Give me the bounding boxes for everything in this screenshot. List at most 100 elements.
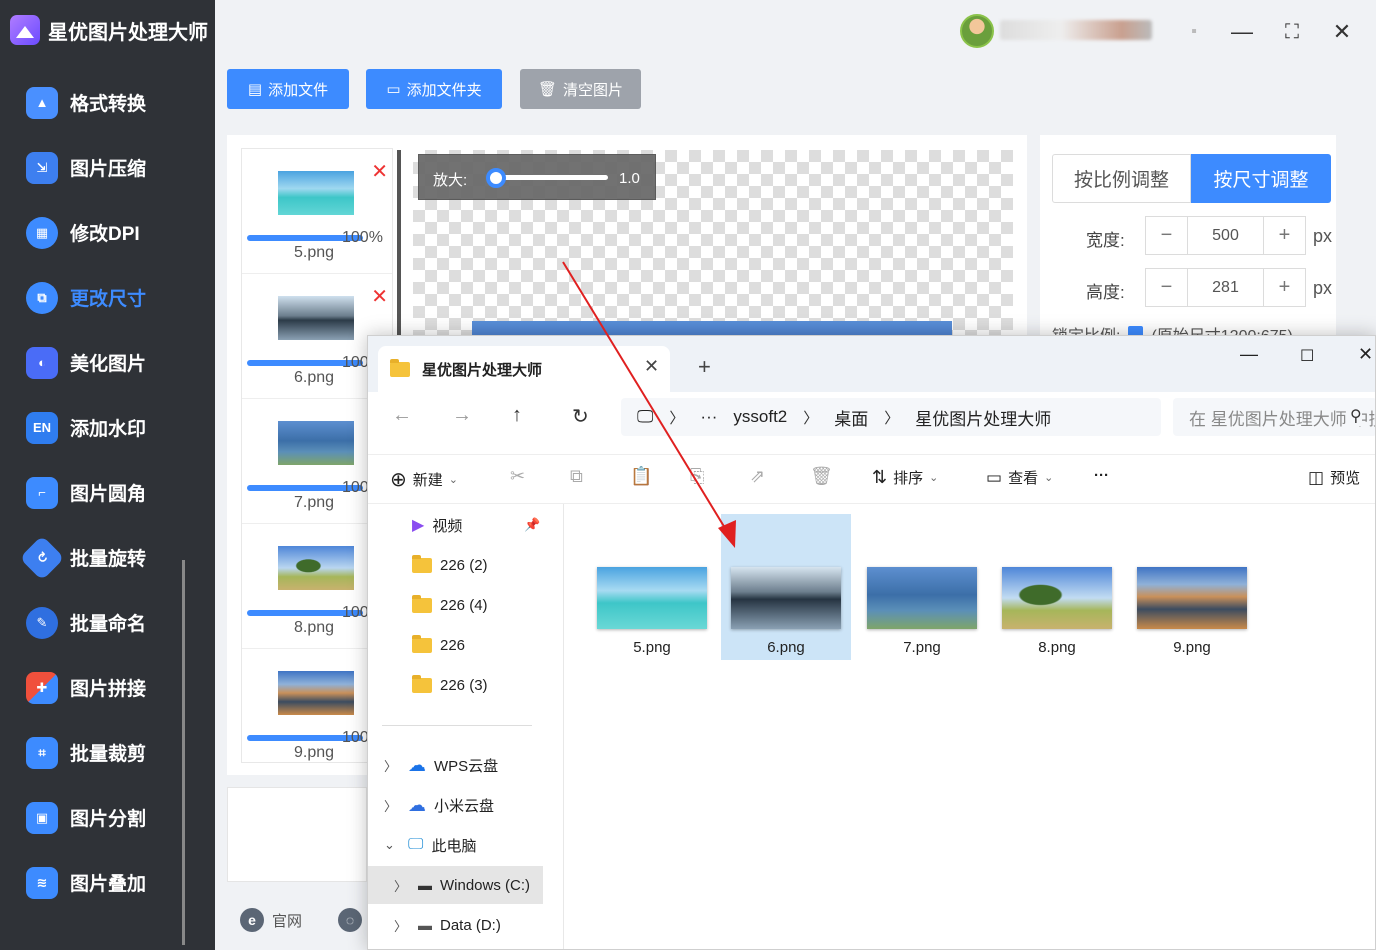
website-link[interactable]: e 官网 xyxy=(240,908,302,932)
zoom-slider-track[interactable] xyxy=(488,175,608,180)
more-options-button[interactable]: ··· xyxy=(1094,467,1109,484)
computer-icon[interactable]: 🖵 xyxy=(637,407,653,427)
copy-icon[interactable]: ⧉ xyxy=(570,466,583,487)
search-icon[interactable]: ⚲ xyxy=(1350,406,1362,426)
height-input[interactable]: 281 xyxy=(1187,269,1264,306)
sidebar-item-label: 图片圆角 xyxy=(70,484,147,505)
original-size-hint: (原始尺寸1200:675) xyxy=(1151,322,1292,336)
nav-item-label: 226 (2) xyxy=(440,556,488,574)
sidebar-item-label: 批量命名 xyxy=(70,614,147,635)
sort-button[interactable]: ⇅ 排序 ⌄ xyxy=(872,467,938,488)
nav-item-folder[interactable]: 226 (4) xyxy=(368,586,543,624)
sidebar-item-round-corner[interactable]: ⌐ 图片圆角 xyxy=(0,460,215,525)
sidebar-item-format-convert[interactable]: ▲ 格式转换 xyxy=(0,70,215,135)
sidebar-item-label: 图片叠加 xyxy=(70,874,147,895)
pane-divider[interactable] xyxy=(563,504,564,949)
nav-item-folder[interactable]: 226 (2) xyxy=(368,546,543,584)
preview-pane-button[interactable]: ◫ 预览 xyxy=(1308,467,1360,488)
forward-icon[interactable]: → xyxy=(452,404,472,427)
width-input[interactable]: 500 xyxy=(1187,217,1264,254)
explorer-minimize-icon[interactable]: — xyxy=(1240,344,1258,365)
menu-icon[interactable]: ▪ xyxy=(1174,14,1214,50)
image-thumbnail xyxy=(867,567,977,629)
image-thumbnail xyxy=(1137,567,1247,629)
minimize-icon[interactable]: — xyxy=(1222,14,1262,50)
sidebar-item-beautify[interactable]: ◐ 美化图片 xyxy=(0,330,215,395)
sidebar-item-resize[interactable]: ⧉ 更改尺寸 xyxy=(0,265,215,330)
nav-item-drive-c[interactable]: 〉 ▬ Windows (C:) xyxy=(368,866,543,904)
nav-pane-scrollbar[interactable] xyxy=(182,560,185,945)
sidebar-item-dpi[interactable]: ▦ 修改DPI xyxy=(0,200,215,265)
back-icon[interactable]: ← xyxy=(392,404,412,427)
layers-icon: ≋ xyxy=(26,866,58,899)
sidebar-item-label: 批量裁剪 xyxy=(70,744,147,765)
delete-icon[interactable]: ✕ xyxy=(371,284,388,309)
file-item-7[interactable]: 7.png xyxy=(857,514,987,660)
paste-icon[interactable]: 📋 xyxy=(630,466,652,487)
breadcrumb-item[interactable]: 桌面 xyxy=(834,405,868,430)
width-increment-button[interactable]: + xyxy=(1264,217,1305,254)
chevron-right-icon: 〉 xyxy=(394,918,408,934)
file-list-item[interactable]: ✕ 100% 5.png xyxy=(242,149,392,274)
explorer-tab[interactable]: 星优图片处理大师 xyxy=(378,346,670,392)
width-decrement-button[interactable]: − xyxy=(1146,217,1187,254)
breadcrumb-item[interactable]: yssoft2 xyxy=(733,407,787,427)
chevron-down-icon: ⌄ xyxy=(929,472,939,484)
view-button[interactable]: ▭ 查看 ⌄ xyxy=(986,467,1053,488)
search-input[interactable]: 在 星优图片处理大师 中搜索 xyxy=(1173,398,1375,436)
sidebar-item-label: 批量旋转 xyxy=(70,549,147,570)
sidebar-item-label: 美化图片 xyxy=(70,354,147,375)
sort-icon: ⇅ xyxy=(872,467,888,487)
image-thumbnail xyxy=(1002,567,1112,629)
file-item-8[interactable]: 8.png xyxy=(992,514,1122,660)
breadcrumb-more[interactable]: ··· xyxy=(700,407,717,427)
nav-item-folder[interactable]: 226 xyxy=(368,626,543,664)
height-increment-button[interactable]: + xyxy=(1264,269,1305,306)
cut-icon[interactable]: ✂ xyxy=(510,466,525,487)
nav-item-mi-cloud[interactable]: 〉 ☁ 小米云盘 xyxy=(368,786,543,824)
file-item-6[interactable]: 6.png xyxy=(721,514,851,660)
delete-icon[interactable]: ✕ xyxy=(371,159,388,184)
height-decrement-button[interactable]: − xyxy=(1146,269,1187,306)
delete-icon[interactable]: 🗑 xyxy=(810,466,833,487)
close-tab-icon[interactable]: ✕ xyxy=(644,356,659,377)
sidebar-item-watermark[interactable]: EN 添加水印 xyxy=(0,395,215,460)
add-file-button[interactable]: ▤ 添加文件 xyxy=(227,69,349,109)
zoom-slider-handle[interactable] xyxy=(486,168,506,188)
new-button[interactable]: ⊕ 新建 ⌄ xyxy=(390,467,458,492)
clear-images-button[interactable]: 🗑 清空图片 xyxy=(520,69,641,109)
app-title: 星优图片处理大师 xyxy=(48,21,208,44)
folder-icon: ▭ xyxy=(386,81,401,98)
explorer-maximize-icon[interactable]: ☐ xyxy=(1300,346,1314,366)
support-link[interactable]: ◌ xyxy=(338,908,362,932)
rename-icon[interactable]: ⎘ xyxy=(690,466,704,487)
resize-by-size-tab[interactable]: 按尺寸调整 xyxy=(1191,154,1331,203)
explorer-tab-title: 星优图片处理大师 xyxy=(422,361,543,379)
share-icon[interactable]: ⇗ xyxy=(750,466,765,487)
nav-item-folder[interactable]: 226 (3) xyxy=(368,666,543,704)
nav-item-drive-d[interactable]: 〉 ▬ Data (D:) xyxy=(368,906,543,944)
resize-by-ratio-tab[interactable]: 按比例调整 xyxy=(1052,154,1191,203)
nav-item-this-pc[interactable]: ⌄ 🖵 此电脑 xyxy=(368,826,543,864)
maximize-icon[interactable]: ⛶ xyxy=(1272,14,1312,50)
beautify-icon: ◐ xyxy=(26,346,58,379)
zoom-label: 放大: xyxy=(433,172,468,189)
up-icon[interactable]: ↑ xyxy=(512,404,522,427)
view-label: 查看 xyxy=(1008,470,1039,487)
new-tab-icon[interactable]: + xyxy=(698,354,711,380)
add-folder-button[interactable]: ▭ 添加文件夹 xyxy=(366,69,502,109)
nav-item-videos[interactable]: ▶ 视频 📌 xyxy=(368,506,543,544)
file-item-5[interactable]: 5.png xyxy=(587,514,717,660)
file-name: 8.png xyxy=(1038,639,1076,656)
close-icon[interactable]: ✕ xyxy=(1322,14,1362,50)
address-bar[interactable]: 🖵 〉 ··· yssoft2 〉 桌面 〉 星优图片处理大师 xyxy=(621,398,1161,436)
sidebar-item-compress[interactable]: ⇲ 图片压缩 xyxy=(0,135,215,200)
nav-item-wps-cloud[interactable]: 〉 ☁ WPS云盘 xyxy=(368,746,543,784)
breadcrumb-item[interactable]: 星优图片处理大师 xyxy=(915,405,1051,430)
file-list-scrollbar[interactable] xyxy=(397,150,401,340)
image-thumbnail xyxy=(278,421,354,465)
explorer-close-icon[interactable]: ✕ xyxy=(1358,344,1373,365)
refresh-icon[interactable]: ↻ xyxy=(572,404,589,429)
user-avatar[interactable] xyxy=(960,14,994,48)
file-item-9[interactable]: 9.png xyxy=(1127,514,1257,660)
